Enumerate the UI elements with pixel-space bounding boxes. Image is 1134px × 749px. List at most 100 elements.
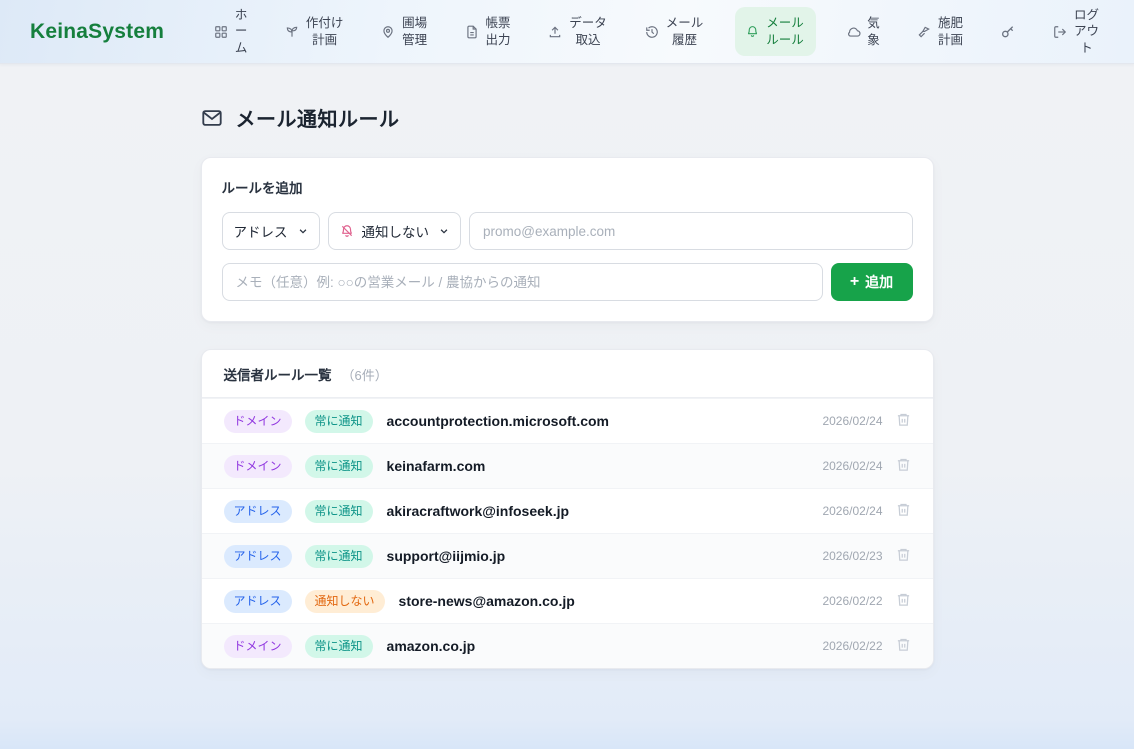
delete-rule-button[interactable] [896, 592, 911, 610]
rule-memo-input[interactable] [222, 263, 823, 301]
rule-value: amazon.co.jp [387, 638, 476, 654]
trash-icon [896, 547, 911, 565]
mail-icon [201, 107, 223, 129]
page-title: メール通知ルール [236, 103, 400, 132]
table-row: ドメイン 常に通知 amazon.co.jp 2026/02/22 [202, 623, 933, 668]
nav-item-label: データ取込 [568, 15, 608, 48]
kind-badge: アドレス [224, 590, 292, 613]
rule-date: 2026/02/22 [822, 639, 882, 653]
nav-item-label: メールルール [765, 15, 805, 48]
trash-icon [896, 637, 911, 655]
action-badge: 常に通知 [305, 635, 373, 658]
plus-icon: + [850, 274, 859, 290]
rule-action-select[interactable]: 通知しない [328, 212, 462, 250]
nav-item-mail-rules[interactable]: メールルール [735, 7, 816, 56]
nav-item-password-key[interactable] [994, 19, 1022, 45]
add-rule-button-label: 追加 [865, 272, 893, 292]
sender-rules-card: 送信者ルール一覧 （6件） ドメイン 常に通知 accountprotectio… [201, 349, 934, 669]
delete-rule-button[interactable] [896, 502, 911, 520]
nav-item-logout[interactable]: ログアウト [1047, 2, 1106, 61]
main-content: メール通知ルール ルールを追加 アドレス 通知しない [201, 103, 934, 669]
nav-item-label: メール履歴 [665, 15, 705, 48]
page-header: メール通知ルール [201, 103, 934, 132]
delete-rule-button[interactable] [896, 412, 911, 430]
kind-badge: アドレス [224, 545, 292, 568]
nav-item-report-output[interactable]: 帳票出力 [459, 10, 518, 53]
table-row: ドメイン 常に通知 accountprotection.microsoft.co… [202, 398, 933, 443]
nav-item-planting-plan[interactable]: 作付け計画 [279, 10, 351, 53]
trash-icon [896, 592, 911, 610]
bell-slash-icon [340, 224, 354, 238]
table-row: アドレス 通知しない store-news@amazon.co.jp 2026/… [202, 578, 933, 623]
nav-item-weather[interactable]: 気象 [841, 10, 887, 53]
rule-type-value: アドレス [234, 221, 288, 241]
brand-logo[interactable]: KeinaSystem [30, 20, 164, 44]
nav-item-label: 帳票出力 [485, 15, 512, 48]
trash-icon [896, 412, 911, 430]
rule-type-select[interactable]: アドレス [222, 212, 320, 250]
sender-rules-title: 送信者ルール一覧 [224, 364, 332, 384]
cloud-icon [847, 25, 861, 39]
delete-rule-button[interactable] [896, 637, 911, 655]
map-pin-icon [381, 25, 395, 39]
sender-rules-header: 送信者ルール一覧 （6件） [202, 350, 933, 398]
action-badge: 常に通知 [305, 410, 373, 433]
rule-value: support@iijmio.jp [387, 548, 506, 564]
chevron-down-icon [298, 226, 308, 236]
rule-target-input[interactable] [469, 212, 913, 250]
document-icon [465, 25, 479, 39]
bell-icon [746, 25, 759, 38]
delete-rule-button[interactable] [896, 457, 911, 475]
sender-rules-count: （6件） [342, 365, 388, 384]
nav-item-label: 施肥計画 [937, 15, 964, 48]
rule-action-value: 通知しない [362, 221, 430, 241]
nav-item-label: 作付け計画 [305, 15, 345, 48]
nav-item-mail-history[interactable]: メール履歴 [639, 10, 711, 53]
kind-badge: ドメイン [224, 410, 292, 433]
add-rule-button[interactable]: + 追加 [831, 263, 913, 301]
rule-value: keinafarm.com [387, 458, 486, 474]
table-row: アドレス 常に通知 akiracraftwork@infoseek.jp 202… [202, 488, 933, 533]
add-rule-card: ルールを追加 アドレス 通知しない + [201, 157, 934, 322]
trash-icon [896, 502, 911, 520]
kind-badge: ドメイン [224, 635, 292, 658]
home-grid-icon [214, 25, 228, 39]
add-rule-memo-row: + 追加 [222, 263, 913, 301]
nav-item-label: 圃場管理 [401, 15, 428, 48]
nav-item-field-management[interactable]: 圃場管理 [375, 10, 434, 53]
upload-icon [548, 25, 562, 39]
nav-item-label: ホーム [234, 7, 248, 56]
rule-date: 2026/02/23 [822, 549, 882, 563]
logout-icon [1053, 25, 1067, 39]
kind-badge: ドメイン [224, 455, 292, 478]
nav-item-label: ログアウト [1073, 7, 1100, 56]
chevron-down-icon [439, 226, 449, 236]
add-rule-controls-row: アドレス 通知しない [222, 212, 913, 250]
top-navigation: KeinaSystem ホーム 作付け計画 圃場管理 帳票出力 [0, 0, 1134, 64]
nav-item-label: 気象 [867, 15, 881, 48]
rule-value: accountprotection.microsoft.com [387, 413, 609, 429]
delete-rule-button[interactable] [896, 547, 911, 565]
add-rule-title: ルールを追加 [222, 177, 913, 197]
rule-date: 2026/02/22 [822, 594, 882, 608]
nav-list: ホーム 作付け計画 圃場管理 帳票出力 データ取込 [208, 2, 1106, 61]
nav-item-data-import[interactable]: データ取込 [542, 10, 614, 53]
rule-value: akiracraftwork@infoseek.jp [387, 503, 570, 519]
kind-badge: アドレス [224, 500, 292, 523]
rule-date: 2026/02/24 [822, 504, 882, 518]
nav-item-fertilizer-plan[interactable]: 施肥計画 [911, 10, 970, 53]
key-icon [1000, 24, 1016, 40]
history-icon [645, 25, 659, 39]
action-badge: 常に通知 [305, 545, 373, 568]
rule-date: 2026/02/24 [822, 459, 882, 473]
table-row: ドメイン 常に通知 keinafarm.com 2026/02/24 [202, 443, 933, 488]
sprout-icon [285, 25, 299, 39]
action-badge: 常に通知 [305, 455, 373, 478]
action-badge: 通知しない [305, 590, 385, 613]
trash-icon [896, 457, 911, 475]
rule-value: store-news@amazon.co.jp [399, 593, 575, 609]
rule-date: 2026/02/24 [822, 414, 882, 428]
nav-item-home[interactable]: ホーム [208, 2, 254, 61]
table-row: アドレス 常に通知 support@iijmio.jp 2026/02/23 [202, 533, 933, 578]
trowel-icon [917, 25, 931, 39]
